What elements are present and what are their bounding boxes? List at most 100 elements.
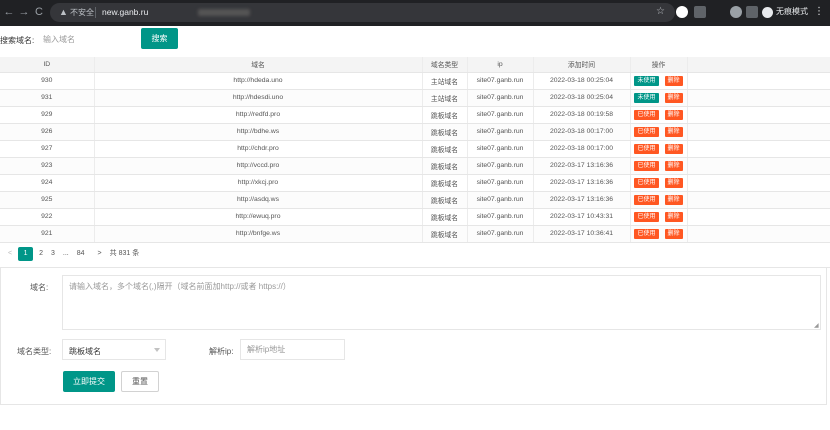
reload-icon[interactable]: C — [32, 5, 46, 19]
search-label: 搜索域名: — [0, 36, 35, 45]
submit-button[interactable]: 立即提交 — [63, 371, 115, 392]
cell-type: 跳板域名 — [422, 208, 468, 226]
extension-circle-icon[interactable] — [730, 6, 742, 18]
cell-domain: http://hdesdi.uno — [94, 89, 423, 107]
status-badge[interactable]: 已使用 — [634, 160, 659, 171]
cell-actions: 已使用 删除 — [630, 140, 688, 158]
status-badge[interactable]: 已使用 — [634, 211, 659, 222]
domain-table: ID 域名 域名类型 ip 添加时间 操作 930 http://hdeda.uno 主站域名… — [0, 57, 830, 243]
status-badge[interactable]: 已使用 — [634, 143, 659, 154]
cell-time: 2022-03-18 00:25:04 — [533, 89, 631, 107]
cell-id: 923 — [0, 157, 95, 175]
cell-id: 927 — [0, 140, 95, 158]
cell-domain: http://vccd.pro — [94, 157, 423, 175]
insecure-label: 不安全 — [70, 8, 94, 17]
cell-id: 921 — [0, 225, 95, 243]
bookmark-star-icon[interactable]: ☆ — [656, 6, 665, 17]
cell-actions: 未使用 删除 — [630, 72, 688, 90]
page-button-3[interactable]: 3 — [47, 247, 59, 261]
cell-domain: http://ewuq.pro — [94, 208, 423, 226]
cell-type: 跳板域名 — [422, 123, 468, 141]
cell-time: 2022-03-17 10:43:31 — [533, 208, 631, 226]
status-badge[interactable]: 未使用 — [634, 92, 659, 103]
extension-x-icon[interactable] — [712, 6, 724, 18]
forward-icon[interactable]: → — [17, 5, 31, 19]
incognito-icon — [762, 6, 773, 18]
delete-button[interactable]: 删除 — [664, 126, 683, 137]
delete-button[interactable]: 删除 — [664, 75, 683, 86]
reset-button[interactable]: 重置 — [121, 371, 159, 392]
delete-button[interactable]: 删除 — [664, 109, 683, 120]
column-header: 域名 — [94, 57, 423, 73]
search-button[interactable]: 搜索 — [141, 28, 178, 49]
status-badge[interactable]: 已使用 — [634, 126, 659, 137]
cell-type: 跳板域名 — [422, 174, 468, 192]
domain-field-label: 域名: — [30, 283, 49, 292]
cell-type: 主站域名 — [422, 89, 468, 107]
address-bar[interactable]: ▲ 不安全 new.ganb.ru ☆ — [50, 3, 675, 22]
page-button-last[interactable]: 84 — [73, 247, 89, 261]
cell-empty — [687, 225, 830, 243]
cell-ip: site07.ganb.run — [467, 123, 534, 141]
delete-button[interactable]: 删除 — [664, 92, 683, 103]
resize-handle-icon[interactable]: ◢ — [814, 323, 820, 329]
incognito-label: 无痕模式 — [776, 7, 808, 16]
cell-ip: site07.ganb.run — [467, 72, 534, 90]
delete-button[interactable]: 删除 — [664, 211, 683, 222]
table-row: 929 http://redfd.pro 跳板域名 site07.ganb.run 20… — [0, 106, 830, 124]
search-input[interactable] — [37, 29, 137, 49]
cell-domain: http://bdhe.ws — [94, 123, 423, 141]
cell-actions: 已使用 删除 — [630, 106, 688, 124]
chevron-down-icon — [154, 348, 160, 352]
delete-button[interactable]: 删除 — [664, 177, 683, 188]
ip-input[interactable] — [240, 339, 345, 360]
cell-id: 926 — [0, 123, 95, 141]
extension-doc-icon[interactable] — [694, 6, 706, 18]
page-button-1[interactable]: 1 — [18, 247, 34, 261]
cell-domain: http://xkcj.pro — [94, 174, 423, 192]
status-badge[interactable]: 已使用 — [634, 109, 659, 120]
cell-ip: site07.ganb.run — [467, 157, 534, 175]
cell-empty — [687, 174, 830, 192]
next-page-icon[interactable]: > — [94, 247, 106, 261]
cell-time: 2022-03-17 10:36:41 — [533, 225, 631, 243]
table-row: 926 http://bdhe.ws 跳板域名 site07.ganb.run 2022… — [0, 123, 830, 141]
column-header-empty — [687, 57, 830, 73]
delete-button[interactable]: 删除 — [664, 160, 683, 171]
table-row: 930 http://hdeda.uno 主站域名 site07.ganb.run 20… — [0, 72, 830, 90]
cell-empty — [687, 123, 830, 141]
incognito-indicator[interactable]: 无痕模式 — [762, 6, 808, 18]
table-header-row: ID 域名 域名类型 ip 添加时间 操作 — [0, 57, 830, 73]
extension-shield-icon[interactable] — [676, 6, 688, 18]
cell-empty — [687, 89, 830, 107]
back-icon[interactable]: ← — [2, 5, 16, 19]
cell-ip: site07.ganb.run — [467, 89, 534, 107]
extensions-puzzle-icon[interactable] — [746, 6, 758, 18]
domains-textarea[interactable] — [62, 275, 821, 330]
column-header: 操作 — [630, 57, 688, 73]
cell-ip: site07.ganb.run — [467, 208, 534, 226]
cell-id: 924 — [0, 174, 95, 192]
cell-ip: site07.ganb.run — [467, 106, 534, 124]
cell-actions: 已使用 删除 — [630, 123, 688, 141]
domain-type-select[interactable]: 跳板域名 — [62, 339, 166, 360]
browser-menu-icon[interactable]: ⋮ — [814, 6, 824, 18]
delete-button[interactable]: 删除 — [664, 143, 683, 154]
prev-page-icon[interactable]: < — [4, 247, 16, 261]
delete-button[interactable]: 删除 — [664, 228, 683, 239]
cell-id: 931 — [0, 89, 95, 107]
cell-domain: http://hdeda.uno — [94, 72, 423, 90]
column-header: ip — [467, 57, 534, 73]
status-badge[interactable]: 已使用 — [634, 228, 659, 239]
cell-actions: 已使用 删除 — [630, 225, 688, 243]
page-button-2[interactable]: 2 — [35, 247, 47, 261]
total-count: 共 831 条 — [109, 250, 140, 257]
cell-ip: site07.ganb.run — [467, 140, 534, 158]
status-badge[interactable]: 已使用 — [634, 194, 659, 205]
delete-button[interactable]: 删除 — [664, 194, 683, 205]
status-badge[interactable]: 未使用 — [634, 75, 659, 86]
cell-domain: http://redfd.pro — [94, 106, 423, 124]
address-url[interactable]: new.ganb.ru — [102, 7, 148, 18]
cell-type: 主站域名 — [422, 72, 468, 90]
status-badge[interactable]: 已使用 — [634, 177, 659, 188]
